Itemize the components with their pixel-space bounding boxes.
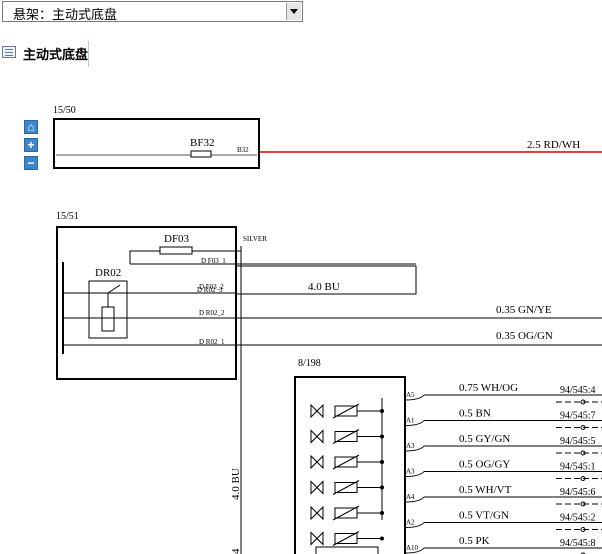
valve-connector-label-3: 94/545:5 bbox=[560, 436, 596, 447]
valve-junction bbox=[380, 511, 384, 515]
valve-connector-label-7: 94/545:8 bbox=[560, 538, 596, 549]
oggn-wire-label: 0.35 OG/GN bbox=[496, 330, 553, 342]
valve-junction bbox=[380, 536, 384, 541]
valve-wire-label-2: 0.5 BN bbox=[459, 408, 491, 420]
valve-connector-label-6: 94/545:2 bbox=[560, 513, 596, 524]
valve-connector-label-2: 94/545:7 bbox=[560, 411, 596, 422]
valve-symbol-icon bbox=[310, 505, 324, 521]
relay-coil bbox=[101, 306, 115, 332]
valve-symbol-icon bbox=[310, 454, 324, 470]
fuse-df03-symbol bbox=[159, 246, 193, 255]
valve-pin-label: A4 bbox=[406, 493, 415, 501]
fuse-box-bf32 bbox=[53, 118, 260, 169]
valve-connector-label-5: 94/545:6 bbox=[560, 487, 596, 498]
valve-pin-label: A2 bbox=[406, 519, 415, 527]
fuse-df03-label: DF03 bbox=[164, 233, 190, 245]
df03-in-line bbox=[129, 250, 160, 264]
block2-ref-label: 15/51 bbox=[56, 211, 79, 222]
wiring-diagram: 15/50 BF32 B32 2.5 RD/WH 15/51 SILVER DF… bbox=[53, 105, 602, 554]
valve-wire-label-7: 0.5 PK bbox=[459, 535, 490, 547]
valve-wire-label-6: 0.5 VT/GN bbox=[459, 510, 509, 522]
valve-connector-label-4: 94/545:1 bbox=[560, 462, 596, 473]
relay-dr02-label: DR02 bbox=[95, 267, 121, 279]
pin-r02-1-label: D R02_1 bbox=[199, 338, 225, 346]
block3-ref-label: 8/198 bbox=[298, 358, 321, 369]
valve-pin-label: A3 bbox=[406, 468, 415, 476]
valve-wire-label-1: 0.75 WH/OG bbox=[459, 382, 518, 394]
vertical-bu-wire-tail-label: 4 bbox=[230, 548, 242, 554]
block1-ref-label: 15/50 bbox=[53, 105, 76, 116]
valve-block-component bbox=[315, 546, 379, 554]
vertical-bu-wire-label: 4.0 BU bbox=[230, 468, 242, 500]
valve-junction bbox=[380, 460, 384, 464]
valve-junction bbox=[380, 485, 384, 490]
valve-symbol-icon bbox=[310, 403, 324, 419]
relay-contact bbox=[107, 284, 121, 294]
valve-symbol-icon bbox=[310, 531, 324, 546]
power-wire-label: 2.5 RD/WH bbox=[527, 139, 580, 151]
valve-wire-label-5: 0.5 WH/VT bbox=[459, 484, 512, 496]
valve-junction bbox=[380, 409, 384, 413]
valve-symbol-icon bbox=[310, 429, 324, 444]
valve-symbol-icon bbox=[310, 480, 324, 495]
valve-pin-label: A3 bbox=[406, 442, 415, 450]
fuse-relay-box bbox=[56, 226, 237, 380]
relay-dr02-symbol bbox=[88, 280, 128, 339]
bu-wire-label: 4.0 BU bbox=[308, 281, 340, 293]
pin-df03-1-label: D F03_1 bbox=[201, 257, 226, 265]
shield-silver-label: SILVER bbox=[243, 235, 267, 243]
valve-connector-label-1: 94/545:4 bbox=[560, 385, 596, 396]
pin-r02-3-label: D R02_3 bbox=[197, 286, 223, 294]
valve-wire-label-4: 0.5 OG/GY bbox=[459, 459, 510, 471]
valve-pin-label: A1 bbox=[406, 417, 415, 425]
pin-r02-2-label: D R02_2 bbox=[199, 309, 225, 317]
fuse-bf32-symbol bbox=[190, 150, 212, 158]
valve-pin-label: A5 bbox=[406, 391, 415, 399]
valve-wire-label-3: 0.5 GY/GN bbox=[459, 433, 510, 445]
fuse-bf32-label: BF32 bbox=[190, 137, 214, 149]
gnye-wire-label: 0.35 GN/YE bbox=[496, 304, 552, 316]
valve-junction bbox=[380, 434, 384, 439]
valve-rows: A5 0.75 WH/OG 94/545:4 A1 0.5 BN 94/545:7 A3 0.… bbox=[310, 382, 602, 554]
pin-b32-label: B32 bbox=[237, 146, 249, 154]
valve-pin-label: A10 bbox=[406, 544, 419, 552]
